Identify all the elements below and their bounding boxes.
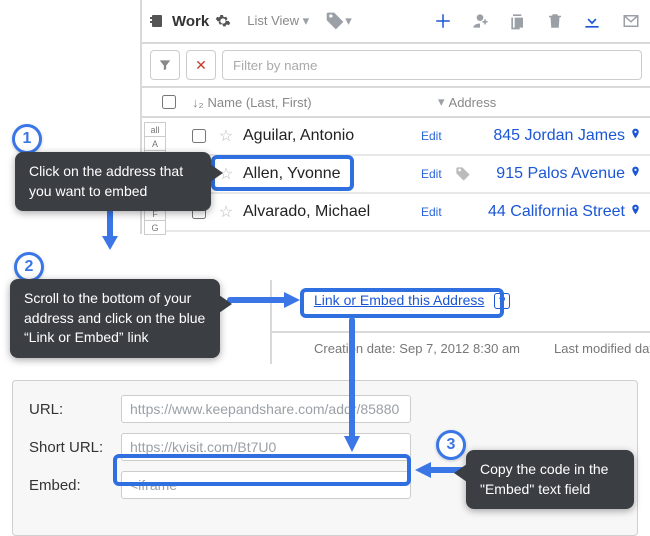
callout-step-2: Scroll to the bottom of your address and…	[10, 279, 220, 358]
address-book-icon	[150, 13, 166, 29]
chevron-down-icon: ▾	[345, 13, 352, 29]
row-checkbox[interactable]	[192, 129, 206, 143]
column-address-label: Address	[449, 95, 497, 110]
table-row[interactable]: ☆ Aguilar, Antonio Edit 845 Jordan James	[166, 118, 650, 156]
letter-a[interactable]: A	[144, 136, 166, 151]
list-view-dropdown[interactable]: List View ▾	[241, 9, 315, 33]
step-badge-2: 2	[14, 252, 44, 282]
url-row: URL:	[29, 395, 621, 423]
embed-field[interactable]	[121, 471, 411, 499]
address-text: 915 Palos Avenue	[496, 165, 625, 183]
short-url-label: Short URL:	[29, 439, 109, 456]
filter-row: ✕	[142, 44, 650, 88]
embed-label: Embed:	[29, 477, 109, 494]
callout-step-3: Copy the code in the "Embed" text field	[466, 450, 634, 509]
edit-link[interactable]: Edit	[421, 129, 442, 143]
trash-icon[interactable]	[546, 11, 564, 31]
callout-step-1: Click on the address that you want to em…	[15, 152, 211, 211]
rows-container: ☆ Aguilar, Antonio Edit 845 Jordan James…	[166, 118, 650, 234]
modified-date-label: Last modified date:	[554, 341, 650, 356]
contact-name[interactable]: Allen, Yvonne	[243, 165, 413, 183]
title-area: Work	[150, 13, 231, 30]
url-label: URL:	[29, 401, 109, 418]
grid-header: ↓₂ Name (Last, First) ▾ Address	[142, 88, 650, 118]
creation-value: Sep 7, 2012 8:30 am	[399, 341, 520, 356]
contact-address[interactable]: 845 Jordan James	[493, 126, 642, 147]
step-badge-3: 3	[436, 430, 466, 460]
creation-label: Creation date:	[314, 341, 396, 356]
column-name-label: Name (Last, First)	[208, 95, 312, 110]
short-url-field[interactable]	[121, 433, 411, 461]
address-book-app: Work List View ▾ ▾ ✕	[140, 0, 650, 234]
letter-g[interactable]: G	[144, 220, 166, 235]
tag-icon[interactable]	[454, 166, 472, 182]
column-address[interactable]: ▾ Address	[438, 94, 642, 110]
detail-pane: Link or Embed this Address ? Creation da…	[270, 280, 650, 364]
link-label: Link or Embed this Address	[314, 292, 484, 308]
gear-icon[interactable]	[215, 13, 231, 29]
mail-icon[interactable]	[620, 12, 642, 30]
creation-date: Creation date: Sep 7, 2012 8:30 am	[314, 341, 520, 356]
contact-name[interactable]: Alvarado, Michael	[243, 203, 413, 221]
step-badge-1: 1	[12, 124, 42, 154]
add-icon[interactable]	[434, 12, 452, 30]
download-icon[interactable]	[582, 11, 602, 31]
chevron-down-icon: ▾	[303, 13, 310, 28]
link-or-embed-link[interactable]: Link or Embed this Address	[272, 292, 484, 308]
filter-funnel-button[interactable]	[150, 50, 180, 80]
edit-link[interactable]: Edit	[421, 205, 442, 219]
address-text: 845 Jordan James	[493, 127, 625, 145]
list-view-label: List View	[247, 13, 299, 28]
address-text: 44 California Street	[488, 203, 625, 221]
column-name[interactable]: ↓₂ Name (Last, First)	[192, 95, 432, 110]
star-icon[interactable]: ☆	[217, 202, 235, 222]
star-icon[interactable]: ☆	[217, 126, 235, 146]
url-field[interactable]	[121, 395, 411, 423]
table-row[interactable]: ☆ Allen, Yvonne Edit 915 Palos Avenue	[166, 156, 650, 194]
toolbar-right	[434, 11, 642, 31]
add-user-icon[interactable]	[470, 11, 490, 31]
select-all-checkbox[interactable]	[162, 95, 176, 109]
map-pin-icon[interactable]	[629, 164, 642, 185]
map-pin-icon[interactable]	[629, 126, 642, 147]
contact-address[interactable]: 915 Palos Avenue	[496, 164, 642, 185]
edit-link[interactable]: Edit	[421, 167, 442, 181]
table-row[interactable]: ☆ Alvarado, Michael Edit 44 California S…	[166, 194, 650, 232]
detail-meta: Creation date: Sep 7, 2012 8:30 am Last …	[272, 331, 650, 364]
page-title: Work	[172, 13, 209, 30]
toolbar: Work List View ▾ ▾	[142, 0, 650, 44]
contact-address[interactable]: 44 California Street	[488, 202, 642, 223]
sort-icon: ↓₂	[192, 95, 204, 110]
chevron-down-icon: ▾	[438, 94, 445, 110]
clear-filter-button[interactable]: ✕	[186, 50, 216, 80]
map-pin-icon[interactable]	[629, 202, 642, 223]
copy-icon[interactable]	[508, 11, 528, 31]
tag-dropdown[interactable]: ▾	[325, 11, 352, 31]
help-icon[interactable]: ?	[494, 293, 510, 309]
contact-name[interactable]: Aguilar, Antonio	[243, 127, 413, 145]
letter-all[interactable]: all	[144, 122, 166, 137]
filter-input[interactable]	[222, 50, 642, 80]
